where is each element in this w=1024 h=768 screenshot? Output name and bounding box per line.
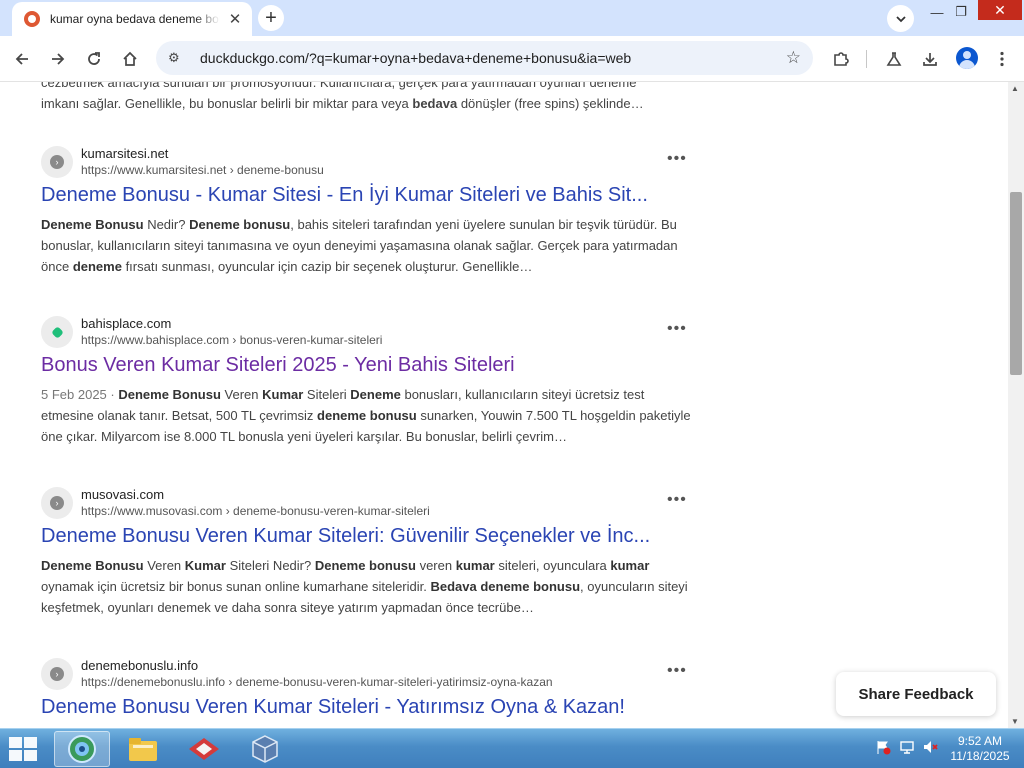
result-title-link[interactable]: Deneme Bonusu - Kumar Sitesi - En İyi Ku…	[41, 182, 681, 208]
result-more-options-icon[interactable]: •••	[667, 320, 687, 338]
browser-toolbar: ⚙ duckduckgo.com/?q=kumar+oyna+bedava+de…	[0, 36, 1024, 82]
result-snippet: Deneme Bonusu Nedir? Deneme bonusu, bahi…	[41, 217, 678, 274]
scroll-down-arrow-icon[interactable]: ▼	[1011, 717, 1019, 726]
new-tab-button[interactable]: +	[258, 5, 284, 31]
system-clock[interactable]: 9:52 AM 11/18/2025	[945, 734, 1015, 764]
search-result: › musovasi.com https://www.musovasi.com …	[41, 485, 691, 618]
restore-button[interactable]: ❐	[946, 0, 976, 24]
site-favicon-icon	[41, 316, 73, 348]
result-title-link[interactable]: Bonus Veren Kumar Siteleri 2025 - Yeni B…	[41, 352, 681, 378]
volume-muted-icon[interactable]	[922, 739, 938, 758]
result-snippet: 5 Feb 2025 · Deneme Bonusu Veren Kumar S…	[41, 387, 691, 444]
back-button[interactable]	[9, 46, 35, 72]
address-bar[interactable]: ⚙ duckduckgo.com/?q=kumar+oyna+bedava+de…	[156, 41, 813, 75]
arrow-right-icon	[52, 53, 65, 65]
result-more-options-icon[interactable]: •••	[667, 150, 687, 168]
menu-button[interactable]	[989, 46, 1015, 72]
result-source[interactable]: › kumarsitesi.net https://www.kumarsites…	[41, 144, 691, 178]
tab-active[interactable]: kumar oyna bedava deneme bonusu ✕	[12, 2, 252, 36]
reload-button[interactable]	[81, 46, 107, 72]
result-source[interactable]: › denemebonuslu.info https://denemebonus…	[41, 656, 691, 690]
profile-avatar[interactable]	[956, 47, 978, 69]
windows-taskbar: 9:52 AM 11/18/2025	[0, 728, 1024, 768]
search-result: › kumarsitesi.net https://www.kumarsites…	[41, 144, 691, 277]
taskbar-app-red-tool[interactable]	[176, 731, 232, 767]
network-icon[interactable]	[899, 739, 915, 758]
snippet-line: imkanı sağlar. Genellikle, bu bonuslar b…	[41, 93, 701, 114]
result-snippet: Deneme Bonusu Veren Kumar Siteleri Nedir…	[41, 558, 688, 615]
snippet-text: imkanı sağlar. Genellikle, bu bonuslar b…	[41, 96, 413, 111]
result-title-link[interactable]: Deneme Bonusu Veren Kumar Siteleri - Yat…	[41, 694, 681, 720]
extensions-button[interactable]	[828, 46, 854, 72]
site-url: https://www.kumarsitesi.net › deneme-bon…	[81, 163, 324, 177]
globe-icon	[68, 735, 96, 763]
site-url: https://www.bahisplace.com › bonus-veren…	[81, 333, 383, 347]
labs-button[interactable]	[881, 46, 907, 72]
taskbar-app-browser[interactable]	[54, 731, 110, 767]
snippet-line: cezbetmek amacıyla sunulan bir promosyon…	[41, 82, 637, 90]
window-close-button[interactable]: ✕	[978, 0, 1022, 20]
puzzle-icon	[834, 52, 849, 66]
site-url: https://www.musovasi.com › deneme-bonusu…	[81, 504, 430, 518]
tab-strip: kumar oyna bedava deneme bonusu ✕ + — ❐ …	[0, 0, 1024, 36]
duckduckgo-favicon-icon	[24, 11, 40, 27]
action-center-flag-icon[interactable]	[875, 739, 891, 758]
result-title-link[interactable]: Deneme Bonusu Veren Kumar Siteleri: Güve…	[41, 523, 681, 549]
kebab-menu-icon	[1000, 51, 1004, 67]
toolbar-divider	[866, 50, 867, 68]
site-info-icon[interactable]: ⚙	[168, 50, 186, 66]
snippet-bold: bedava	[412, 96, 458, 111]
tab-close-icon[interactable]: ✕	[226, 10, 244, 28]
result-more-options-icon[interactable]: •••	[667, 491, 687, 509]
folder-icon	[129, 738, 157, 761]
clock-time: 9:52 AM	[957, 734, 1003, 748]
scroll-up-arrow-icon[interactable]: ▲	[1011, 84, 1019, 93]
search-result: › denemebonuslu.info https://denemebonus…	[41, 656, 691, 720]
site-name: kumarsitesi.net	[81, 146, 169, 161]
search-results-page: cezbetmek amacıyla sunulan bir promosyon…	[0, 82, 1008, 728]
download-icon	[923, 53, 937, 66]
downloads-button[interactable]	[917, 46, 943, 72]
snippet-text: dönüşler (free spins) şeklinde…	[457, 96, 644, 111]
site-name: musovasi.com	[81, 487, 165, 502]
red-toolbox-icon	[189, 738, 219, 760]
result-more-options-icon[interactable]: •••	[667, 662, 687, 680]
tab-title: kumar oyna bedava deneme bonusu	[50, 12, 220, 26]
site-name: denemebonuslu.info	[81, 658, 199, 673]
flask-icon	[886, 52, 902, 66]
previous-result-snippet: cezbetmek amacıyla sunulan bir promosyon…	[41, 82, 701, 114]
page-scrollbar[interactable]: ▲ ▼	[1008, 82, 1024, 728]
site-favicon-icon: ›	[41, 146, 73, 178]
taskbar-app-virtualbox[interactable]	[237, 731, 293, 767]
result-source[interactable]: › musovasi.com https://www.musovasi.com …	[41, 485, 691, 519]
result-date: 5 Feb 2025	[41, 387, 107, 402]
site-favicon-icon: ›	[41, 487, 73, 519]
site-name: bahisplace.com	[81, 316, 172, 331]
result-source[interactable]: bahisplace.com https://www.bahisplace.co…	[41, 314, 691, 348]
search-result: bahisplace.com https://www.bahisplace.co…	[41, 314, 691, 447]
taskbar-app-file-explorer[interactable]	[115, 731, 171, 767]
url-text: duckduckgo.com/?q=kumar+oyna+bedava+dene…	[200, 50, 632, 66]
arrow-left-icon	[15, 53, 28, 65]
bookmark-star-icon[interactable]: ☆	[786, 48, 801, 68]
site-favicon-icon: ›	[41, 658, 73, 690]
home-button[interactable]	[117, 46, 143, 72]
clock-date: 11/18/2025	[950, 749, 1010, 763]
forward-button[interactable]	[45, 46, 71, 72]
reload-icon	[88, 52, 100, 65]
chevron-down-icon	[895, 15, 906, 22]
start-button[interactable]	[8, 736, 38, 762]
share-feedback-button[interactable]: Share Feedback	[836, 672, 996, 716]
scrollbar-thumb[interactable]	[1010, 192, 1022, 375]
tab-search-button[interactable]	[887, 5, 914, 32]
home-icon	[123, 51, 137, 66]
cube-icon	[252, 735, 278, 763]
site-url: https://denemebonuslu.info › deneme-bonu…	[81, 675, 553, 689]
